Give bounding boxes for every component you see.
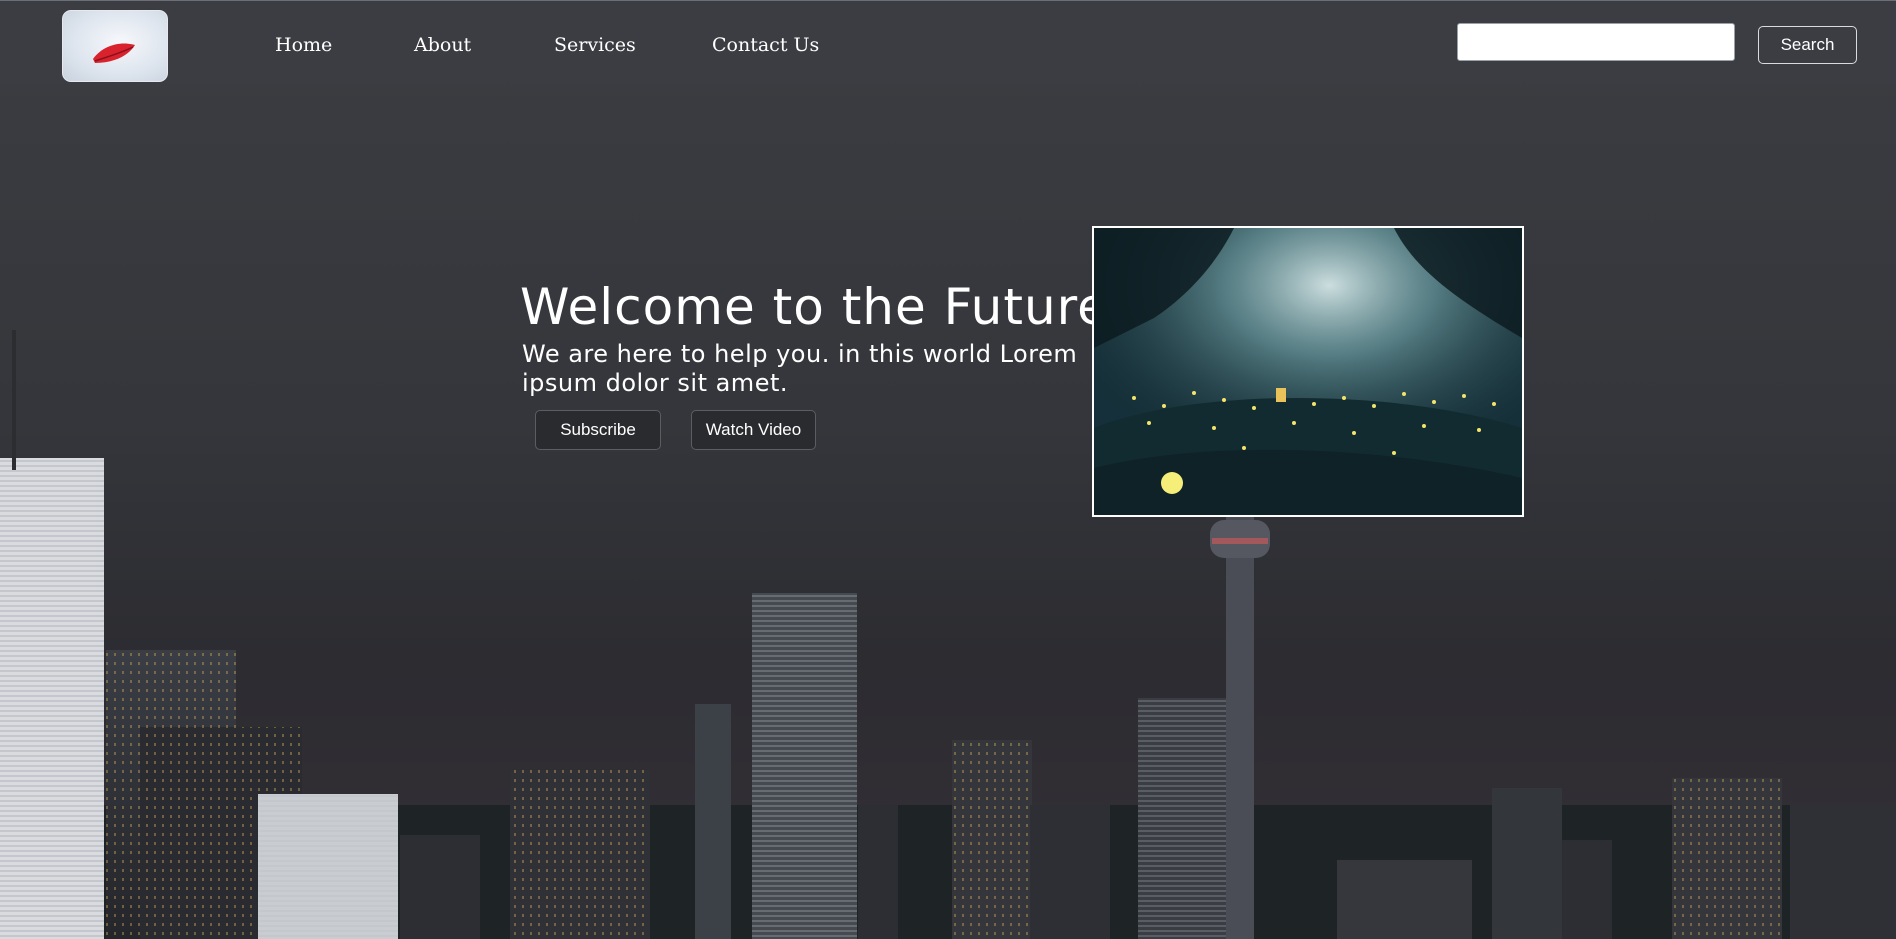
nav-link-services[interactable]: Services [554,34,636,56]
watch-video-button[interactable]: Watch Video [691,410,816,450]
search-button[interactable]: Search [1758,26,1857,64]
logo[interactable] [62,10,168,82]
nav-link-home[interactable]: Home [275,34,332,56]
nav-link-about[interactable]: About [414,34,471,56]
search-input[interactable] [1457,23,1735,61]
hero-image [1092,226,1524,517]
nav-link-contact-us[interactable]: Contact Us [712,34,819,56]
subscribe-button[interactable]: Subscribe [535,410,661,450]
red-leaf-logo-icon [93,43,135,63]
navbar: Home About Services Contact Us Search [0,0,1896,89]
forest-fireflies-image [1094,228,1522,515]
hero-title: Welcome to the Future [520,278,1109,336]
hero-subtitle: We are here to help you. in this world L… [522,340,1078,397]
